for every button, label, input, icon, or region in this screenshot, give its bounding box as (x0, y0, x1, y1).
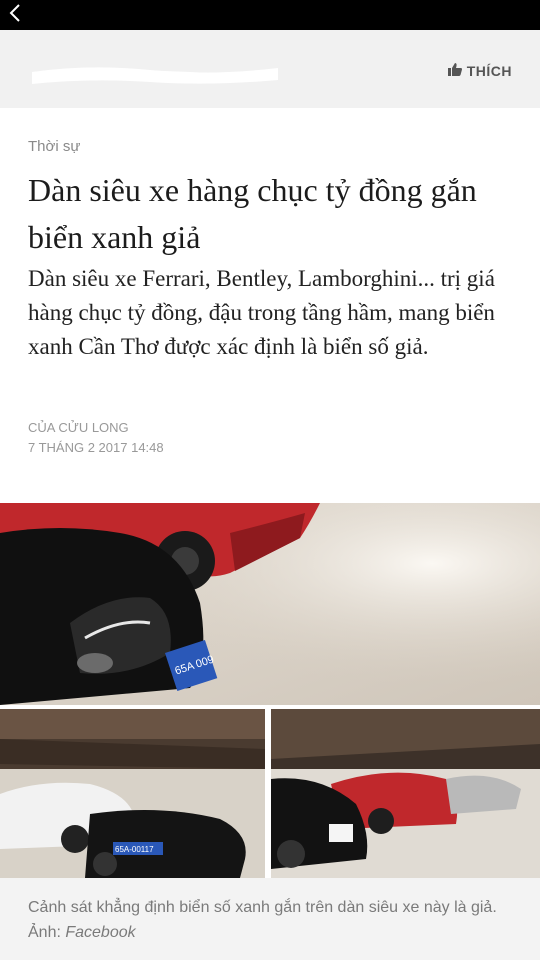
article-author: CỦA CỬU LONG (28, 420, 129, 435)
article-date: 7 THÁNG 2 2017 14:48 (28, 440, 164, 455)
bottom-left-photo[interactable]: 65A-00117 (0, 709, 265, 878)
left-license-plate: 65A-00117 (113, 842, 163, 855)
bottom-right-photo[interactable] (271, 709, 540, 878)
redacted-page-name (30, 54, 280, 94)
caption-source: Facebook (65, 924, 136, 941)
article-title: Dàn siêu xe hàng chục tỷ đồng gắn biển x… (28, 172, 477, 255)
top-bar (0, 0, 540, 30)
article-subtitle: Dàn siêu xe Ferrari, Bentley, Lamborghin… (28, 266, 495, 359)
page-header: THÍCH (0, 30, 540, 108)
photo-caption: Cảnh sát khẳng định biển số xanh gắn trê… (28, 895, 518, 945)
main-photo[interactable]: 65A 009 (0, 503, 540, 705)
thumbs-up-icon (447, 63, 462, 79)
left-plate-text: 65A-00117 (115, 845, 154, 854)
like-button[interactable]: THÍCH (447, 63, 512, 79)
article-category[interactable]: Thời sự (28, 138, 80, 155)
back-button[interactable] (4, 3, 26, 27)
chevron-left-icon (9, 3, 21, 27)
like-label: THÍCH (466, 63, 512, 79)
